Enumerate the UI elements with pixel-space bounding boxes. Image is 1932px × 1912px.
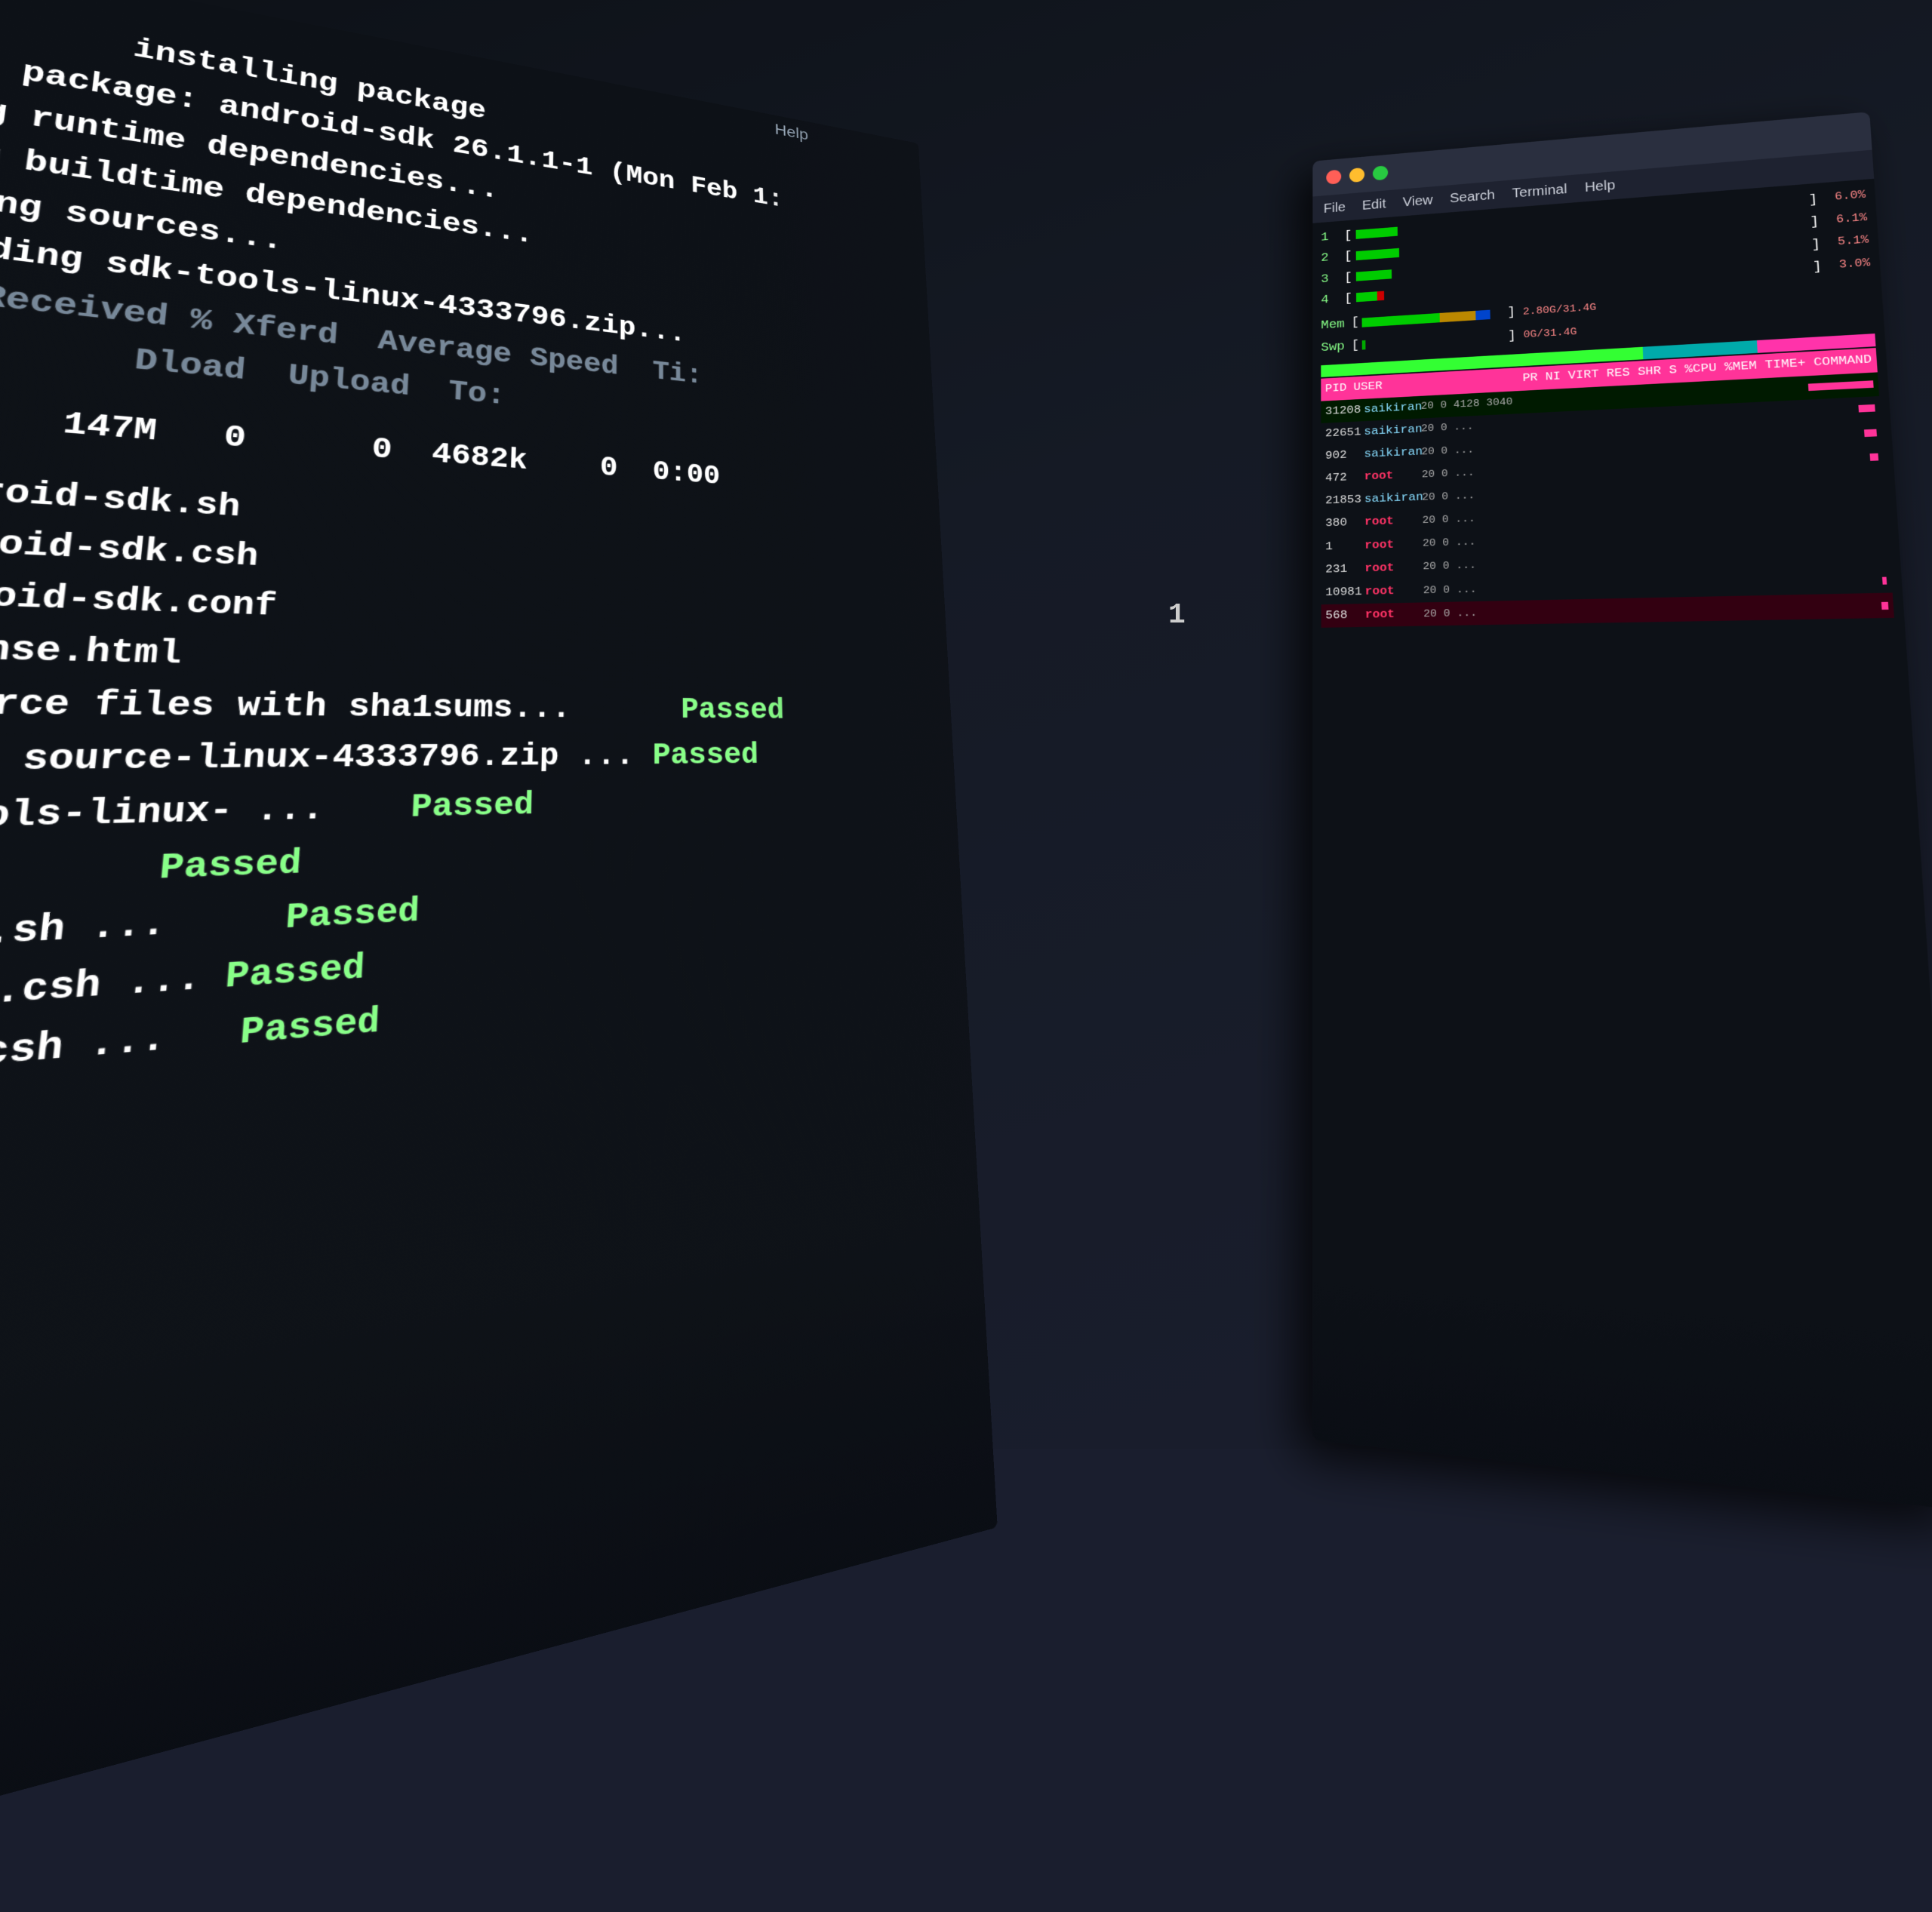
cpu-bar-green bbox=[1356, 227, 1398, 239]
proc-bar bbox=[1858, 404, 1875, 413]
terminal-left: Help installing package package: android… bbox=[0, 0, 998, 1901]
cpu-bar-green bbox=[1356, 247, 1399, 260]
proc-bar bbox=[1864, 429, 1877, 436]
htop-content: 1 [ ] 6.0% 2 [ ] 6.1% 3 [ bbox=[1312, 179, 1905, 634]
cpu-bar-green bbox=[1356, 292, 1377, 303]
menu-file[interactable]: File bbox=[1324, 200, 1346, 217]
swp-bar bbox=[1362, 340, 1366, 350]
cpu-bar-red bbox=[1377, 291, 1384, 301]
menu-search[interactable]: Search bbox=[1450, 188, 1495, 207]
maximize-button[interactable] bbox=[1373, 165, 1388, 180]
swp-usage: 0G/31.4G bbox=[1523, 324, 1577, 344]
proc-bar bbox=[1870, 453, 1879, 460]
mem-bar-blue bbox=[1475, 309, 1490, 320]
mem-bar-yellow bbox=[1439, 311, 1475, 322]
mem-usage: 2.80G/31.4G bbox=[1522, 300, 1596, 321]
minimize-button[interactable] bbox=[1349, 168, 1364, 183]
menu-view[interactable]: View bbox=[1402, 192, 1432, 210]
screen: Help installing package package: android… bbox=[0, 0, 1932, 1449]
mem-bar-green bbox=[1361, 313, 1439, 327]
to-label: 1 bbox=[1168, 599, 1186, 632]
menu-edit[interactable]: Edit bbox=[1362, 196, 1386, 213]
menu-terminal[interactable]: Terminal bbox=[1512, 182, 1567, 201]
terminal-right: File Edit View Search Terminal Help 1 [ … bbox=[1312, 112, 1932, 1511]
close-button[interactable] bbox=[1326, 170, 1341, 185]
menu-help[interactable]: Help bbox=[1585, 177, 1616, 195]
proc-bar bbox=[1882, 576, 1887, 584]
proc-bar bbox=[1808, 380, 1874, 391]
proc-bar bbox=[1881, 602, 1889, 610]
cpu-bar-green bbox=[1356, 269, 1392, 281]
